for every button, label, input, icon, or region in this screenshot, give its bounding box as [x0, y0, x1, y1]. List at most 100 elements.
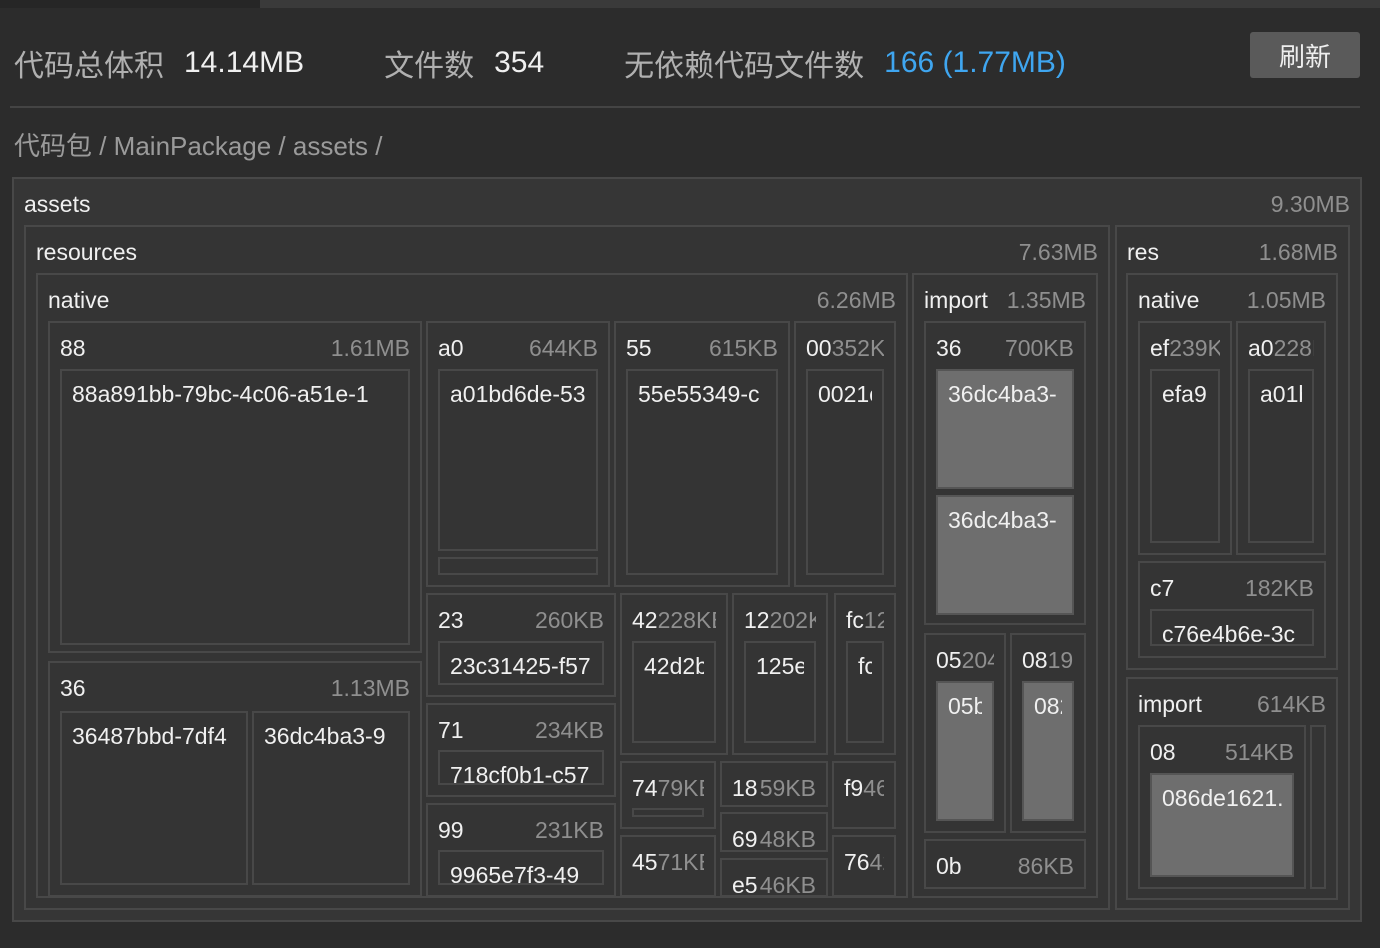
treemap-node-header: resources 7.63MB — [36, 239, 1098, 265]
treemap-folder[interactable]: e5 46KB — [720, 858, 828, 897]
node-name: resources — [36, 239, 137, 265]
node-name: 18 — [732, 775, 758, 801]
treemap-file[interactable]: c76e4b6e-3c — [1150, 609, 1314, 646]
treemap-node-header: import 1.35MB — [924, 287, 1086, 313]
node-name: 36dc4ba3-9 — [264, 723, 386, 749]
node-name: 086de1621. — [1162, 785, 1282, 811]
node-name: 42 — [632, 607, 658, 633]
treemap-file[interactable]: 23c31425-f57 — [438, 641, 604, 685]
treemap-node-header: 23c31425-f57 — [450, 653, 592, 679]
total-size-value: 14.14MB — [184, 46, 305, 79]
node-size: 6.26MB — [816, 287, 896, 313]
node-name: c76e4b6e-3c — [1162, 621, 1295, 646]
treemap-node-header: 88 1.61MB — [60, 335, 410, 361]
node-size: 59KB — [759, 775, 816, 801]
node-name: 9965e7f3-49 — [450, 862, 580, 885]
treemap-folder[interactable]: 7479KB — [620, 761, 716, 829]
node-name: 71 — [438, 717, 464, 743]
treemap-file[interactable]: 36dc4ba3- — [936, 495, 1074, 615]
treemap-node-header: 086de1621. — [1162, 785, 1282, 811]
node-size: 42 — [869, 849, 884, 875]
node-name: a01bd6de-53 — [450, 381, 586, 407]
node-size: 614KB — [1256, 691, 1326, 717]
treemap-node-header: 88a891bb-79bc-4c06-a51e-1 — [72, 381, 398, 407]
node-size: 231KB — [534, 817, 604, 843]
node-size: 514KB — [1224, 739, 1294, 765]
node-name: 12 — [744, 607, 770, 633]
node-name: f9 — [844, 775, 864, 801]
node-name: 0b — [936, 853, 962, 879]
treemap-node-header: 42d2b — [644, 653, 704, 679]
treemap-file[interactable]: 88a891bb-79bc-4c06-a51e-1 — [60, 369, 410, 645]
node-size: 228K — [1273, 335, 1314, 361]
treemap-file[interactable]: 05b — [936, 681, 994, 821]
treemap-folder[interactable]: 7642 — [832, 835, 896, 897]
refresh-button[interactable]: 刷新 — [1250, 32, 1360, 78]
treemap-file[interactable]: 42d2b — [632, 641, 716, 743]
node-size: 71KB — [657, 849, 704, 875]
treemap-file[interactable] — [438, 557, 598, 575]
node-name: 55 — [626, 335, 652, 361]
node-name: 69 — [732, 826, 758, 852]
file-count-value: 354 — [494, 46, 545, 79]
node-name: 082 — [1034, 693, 1062, 719]
treemap-file[interactable] — [1310, 725, 1326, 889]
unused-files-label: 无依赖代码文件数 — [624, 50, 865, 83]
node-name: 36dc4ba3- — [948, 381, 1057, 407]
node-size: 228KB — [657, 607, 716, 633]
treemap-node-header: c76e4b6e-3c — [1162, 621, 1302, 646]
treemap-file[interactable]: 36dc4ba3- — [936, 369, 1074, 489]
treemap-file[interactable]: 718cf0b1-c57 — [438, 750, 604, 785]
treemap-file[interactable]: 36487bbd-7df4 — [60, 711, 248, 885]
treemap-folder[interactable]: 4571KB — [620, 835, 716, 897]
treemap-node-header: 18 59KB — [732, 775, 816, 801]
treemap-file[interactable]: fc9 — [846, 641, 884, 743]
node-name: 23c31425-f57 — [450, 653, 591, 679]
treemap-file[interactable]: 0021c — [806, 369, 884, 575]
treemap-file[interactable]: 9965e7f3-49 — [438, 850, 604, 885]
node-name: assets — [24, 191, 91, 217]
treemap-file[interactable]: 082 — [1022, 681, 1074, 821]
treemap-folder[interactable]: f946 — [832, 761, 896, 829]
treemap-file[interactable] — [632, 808, 704, 817]
node-name: import — [1138, 691, 1202, 717]
node-name: 08 — [1022, 647, 1048, 673]
node-size: 260KB — [534, 607, 604, 633]
treemap-node-header: 12202K — [744, 607, 816, 633]
treemap-node-header: 71 234KB — [438, 717, 604, 743]
node-size: 615KB — [708, 335, 778, 361]
treemap-node-header: 69 48KB — [732, 826, 816, 852]
treemap-file[interactable]: a01bd6de-53 — [438, 369, 598, 551]
node-name: 05 — [936, 647, 962, 673]
breadcrumb[interactable]: 代码包 / MainPackage / assets / — [14, 126, 382, 163]
treemap-node-header: import 614KB — [1138, 691, 1326, 717]
treemap-folder[interactable]: 0b 86KB — [924, 839, 1086, 889]
unused-files-value[interactable]: 166 (1.77MB) — [884, 46, 1066, 80]
treemap-node-header: a0228K — [1248, 335, 1314, 361]
node-size: 9.30MB — [1270, 191, 1350, 217]
node-name: efa9( — [1162, 381, 1208, 407]
treemap-folder[interactable]: 18 59KB — [720, 761, 828, 807]
treemap-file[interactable]: 36dc4ba3-9 — [252, 711, 410, 885]
treemap-file[interactable]: 55e55349-c — [626, 369, 778, 575]
node-size: 46 — [863, 775, 884, 801]
node-name: 42d2b — [644, 653, 704, 679]
treemap-file[interactable]: 086de1621. — [1150, 773, 1294, 877]
node-size: 193 — [1047, 647, 1074, 673]
treemap-file[interactable]: 125e3 — [744, 641, 816, 743]
treemap-folder[interactable]: 69 48KB — [720, 812, 828, 852]
treemap-node-header: 36dc4ba3-9 — [264, 723, 398, 749]
treemap-node-header: assets 9.30MB — [24, 191, 1350, 217]
treemap-node-header: a01b — [1260, 381, 1302, 407]
treemap-node-header: fc12 — [846, 607, 884, 633]
treemap-node-header: 4571KB — [632, 849, 704, 875]
node-name: 76 — [844, 849, 870, 875]
node-size: 1.13MB — [330, 675, 410, 701]
treemap-file[interactable]: a01b — [1248, 369, 1314, 543]
node-name: native — [48, 287, 110, 313]
divider — [10, 106, 1360, 108]
tab-strip-left — [0, 0, 260, 8]
node-name: ef — [1150, 335, 1170, 361]
treemap-file[interactable]: efa9( — [1150, 369, 1220, 543]
treemap-node-header: e5 46KB — [732, 872, 816, 895]
